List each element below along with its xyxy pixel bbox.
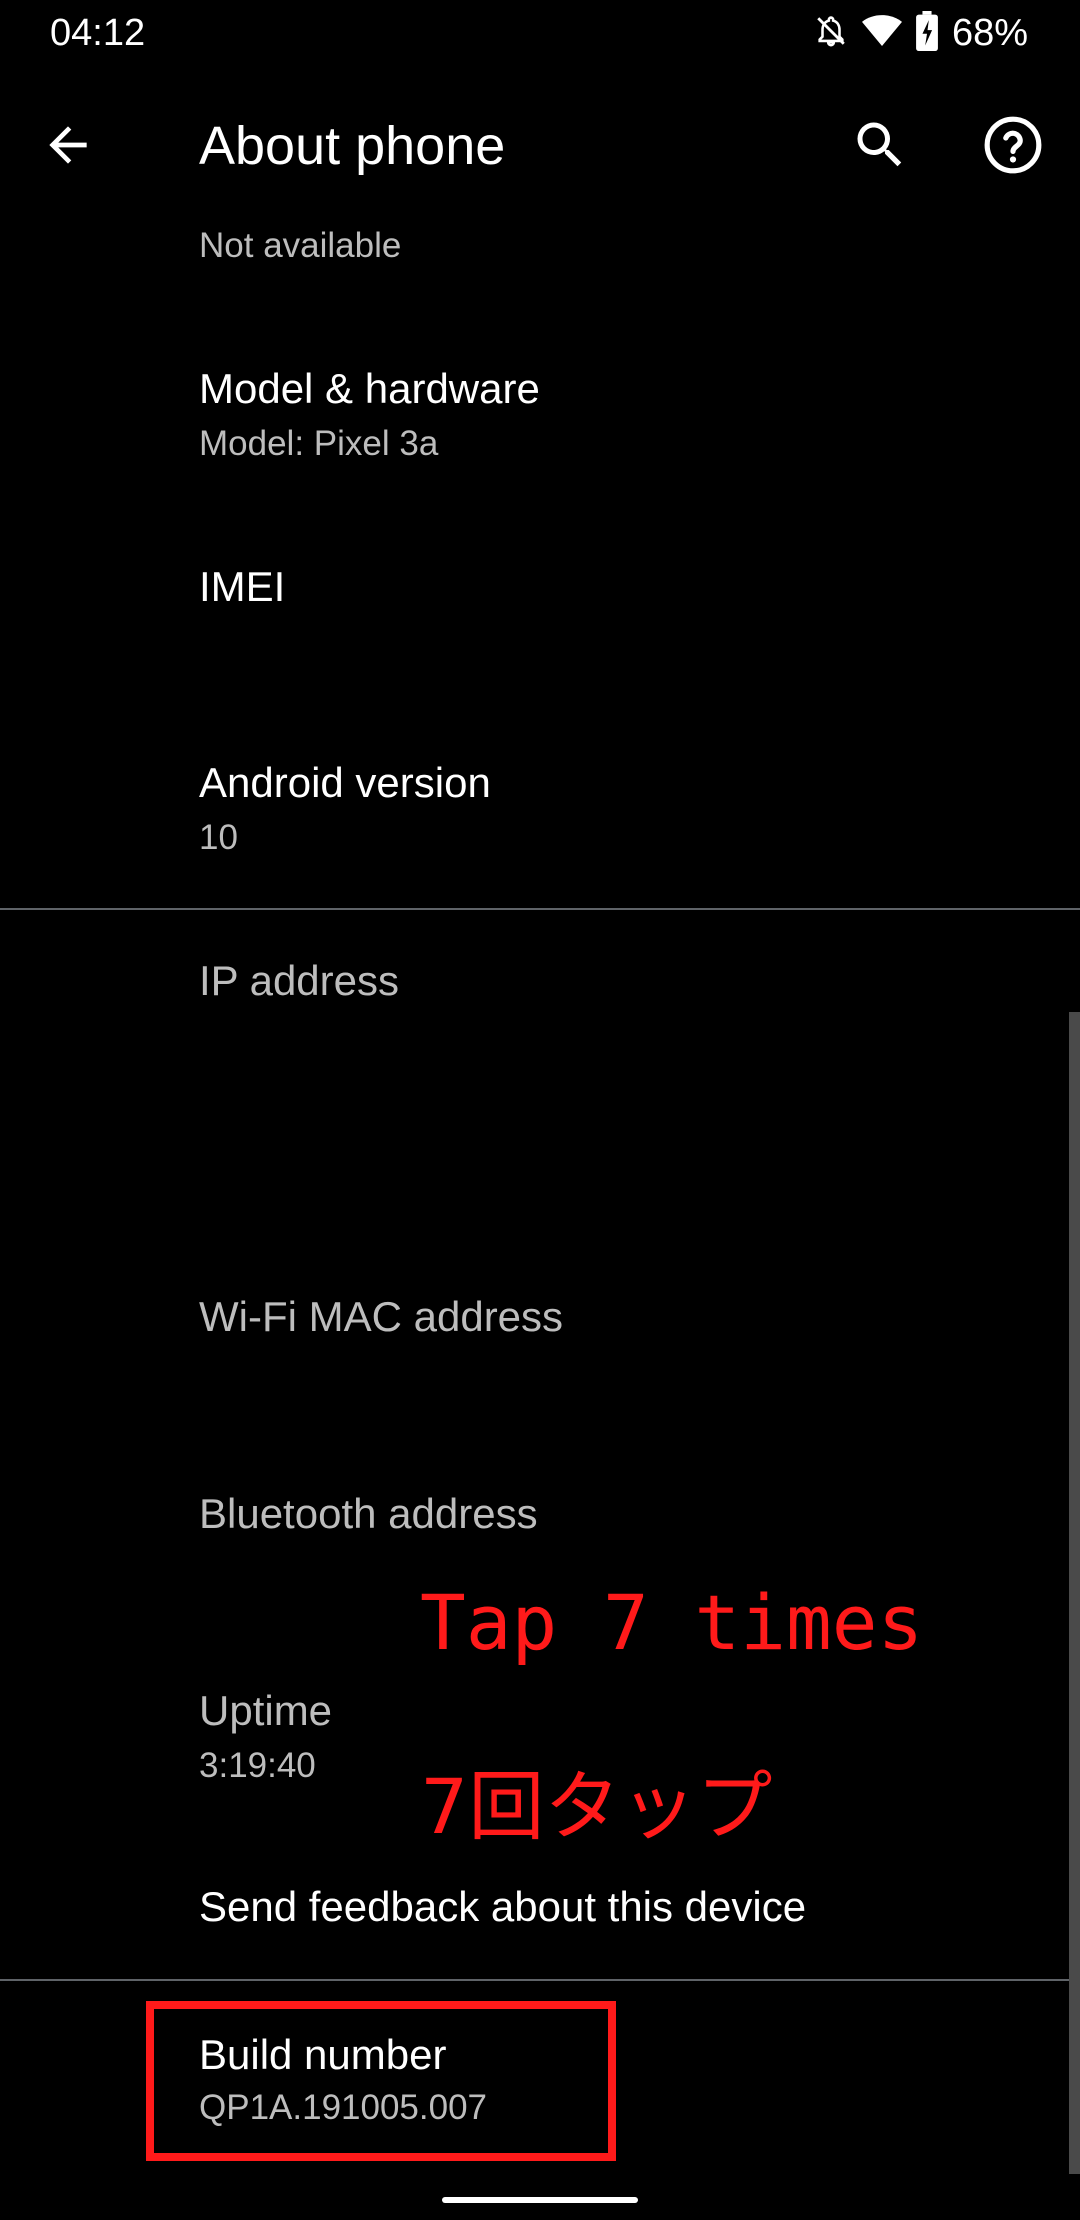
- arrow-back-icon: [49, 126, 87, 164]
- search-icon: [857, 122, 902, 167]
- page-title: About phone: [199, 116, 506, 176]
- pref-summary: 10: [199, 818, 238, 857]
- gesture-nav-handle[interactable]: [442, 2197, 638, 2203]
- pref-summary: Not available: [199, 226, 402, 265]
- pref-title: Android version: [199, 759, 491, 806]
- pref-wifi-mac: Wi-Fi MAC address: [0, 1280, 1080, 1400]
- help-icon: [984, 116, 1042, 174]
- pref-title: Send feedback about this device: [199, 1883, 807, 1930]
- divider: [0, 908, 1080, 910]
- pref-title: Bluetooth address: [199, 1490, 538, 1537]
- pref-android-version[interactable]: Android version 10: [0, 746, 1080, 876]
- wifi-icon: [861, 14, 902, 53]
- battery-charging-icon: [916, 10, 938, 56]
- pref-partial: Not available: [0, 220, 1080, 280]
- pref-title: Wi-Fi MAC address: [199, 1293, 564, 1340]
- app-bar: About phone: [0, 90, 1080, 200]
- battery-percent: 68%: [951, 12, 1028, 54]
- pref-summary: 3:19:40: [199, 1746, 316, 1785]
- divider: [0, 1979, 1080, 1981]
- search-button[interactable]: [850, 115, 910, 175]
- pref-title: IP address: [199, 957, 400, 1004]
- annotation-tap-7-times-ja: 7回タップ: [420, 1762, 773, 1851]
- pref-model-hardware[interactable]: Model & hardware Model: Pixel 3a: [0, 352, 1080, 482]
- pref-send-feedback[interactable]: Send feedback about this device: [0, 1870, 1080, 1980]
- help-button[interactable]: [982, 114, 1044, 176]
- pref-title: Model & hardware: [199, 365, 540, 412]
- status-bar: 04:12 68%: [0, 0, 1080, 66]
- pref-title: Uptime: [199, 1687, 333, 1734]
- status-icons: 68%: [814, 10, 1028, 56]
- scrollbar[interactable]: [1069, 1012, 1080, 2174]
- annotation-tap-7-times: Tap 7 times: [420, 1578, 924, 1667]
- pref-ip-address: IP address: [0, 944, 1080, 1064]
- pref-imei[interactable]: IMEI: [0, 550, 1080, 680]
- annotation-highlight-box: [146, 2001, 616, 2161]
- status-time: 04:12: [50, 12, 146, 54]
- back-button[interactable]: [40, 117, 96, 173]
- pref-title: IMEI: [199, 563, 286, 610]
- notifications-off-icon: [814, 13, 848, 54]
- pref-summary: Model: Pixel 3a: [199, 424, 439, 463]
